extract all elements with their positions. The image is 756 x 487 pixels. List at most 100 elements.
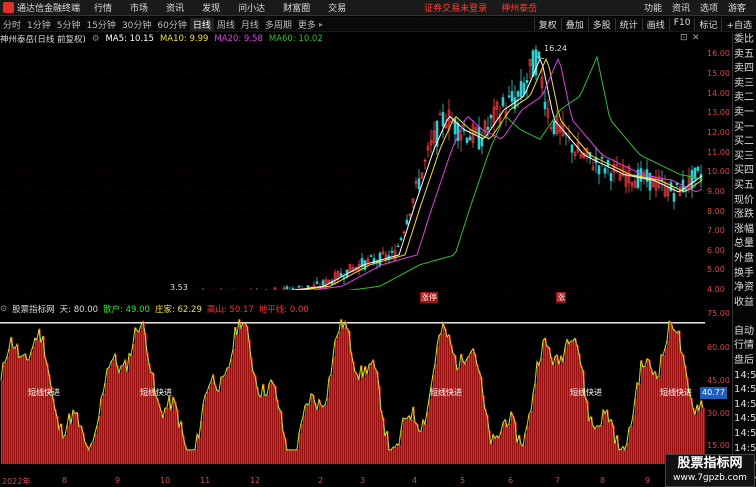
mark-button[interactable]: 标记	[694, 17, 721, 31]
dealer-value: 庄家: 62.29	[154, 304, 202, 315]
tool-guest[interactable]: 游客	[728, 1, 746, 14]
candle-body	[510, 91, 514, 102]
indicator-bar	[163, 417, 165, 464]
sidebar-item[interactable]: 自动	[733, 325, 756, 340]
indicator-bar	[13, 347, 15, 464]
overlay-button[interactable]: 叠加	[560, 17, 588, 31]
draw-button[interactable]: 画线	[641, 17, 669, 31]
sidebar-item[interactable]: 行情	[733, 339, 756, 354]
indicator-bar	[681, 352, 683, 464]
sidebar-item[interactable]: 卖五	[733, 48, 756, 63]
indicator-name[interactable]: 股票指标网	[12, 303, 55, 315]
candle-body	[609, 173, 613, 182]
adjust-button[interactable]: 复权	[533, 17, 561, 31]
menu-market[interactable]: 行情	[94, 1, 112, 14]
sidebar-item[interactable]: 卖二	[733, 91, 756, 106]
sidebar-item[interactable]: 14:5	[733, 412, 756, 427]
menu-news[interactable]: 资讯	[166, 1, 184, 14]
window-restore-icon[interactable]: ⊡	[680, 33, 688, 43]
sidebar-item[interactable]: 盘后	[733, 354, 756, 369]
sidebar-item[interactable]: 换手	[733, 267, 756, 282]
indicator-bar	[543, 340, 545, 464]
indicator-bar	[223, 376, 225, 464]
sidebar-item[interactable]: 涨跌	[733, 208, 756, 223]
period-tab[interactable]: 1分钟	[24, 18, 54, 31]
indicator-bar	[683, 354, 685, 464]
period-tab[interactable]: 多周期	[262, 18, 295, 31]
indicator-bar	[517, 442, 519, 464]
sidebar-item[interactable]: 买一	[733, 121, 756, 136]
indicator-bar	[513, 415, 515, 464]
sidebar-item[interactable]: 买四	[733, 164, 756, 179]
sidebar-item[interactable]: 委比	[733, 33, 756, 48]
price-chart[interactable]	[0, 45, 705, 290]
indicator-bar	[555, 356, 557, 464]
menu-trade[interactable]: 交易	[328, 1, 346, 14]
indicator-bar	[399, 444, 401, 464]
sidebar-item[interactable]: 外盘	[733, 252, 756, 267]
indicator-bar	[27, 359, 29, 464]
period-tab[interactable]: 30分钟	[119, 18, 154, 31]
tool-function[interactable]: 功能	[644, 1, 662, 14]
menu-discover[interactable]: 发现	[202, 1, 220, 14]
add-favorite-button[interactable]: +自选	[721, 17, 756, 31]
period-tab-active[interactable]: 日线	[189, 17, 214, 31]
chevron-right-icon[interactable]: ▸	[319, 20, 323, 29]
indicator-bar	[655, 371, 657, 464]
sidebar-item[interactable]: 涨幅	[733, 223, 756, 238]
sidebar-item[interactable]: 买二	[733, 135, 756, 150]
indicator-bar	[161, 410, 163, 464]
indicator-bar	[9, 348, 11, 464]
settings-icon[interactable]: ⚙	[92, 34, 100, 44]
sidebar-item[interactable]: 14:5	[733, 383, 756, 398]
stats-button[interactable]: 统计	[614, 17, 642, 31]
period-tab[interactable]: 5分钟	[54, 18, 84, 31]
tool-options[interactable]: 选项	[700, 1, 718, 14]
stock-link[interactable]: 神州泰岳	[501, 1, 537, 14]
period-tab[interactable]: 周线	[214, 18, 238, 31]
high-label: 16.24	[544, 44, 567, 53]
indicator-bar	[133, 343, 135, 464]
sidebar-item[interactable]: 净资	[733, 281, 756, 296]
sidebar-item[interactable]: 14:5	[733, 398, 756, 413]
indicator-icon[interactable]: ⊙	[0, 304, 7, 314]
indicator-bar	[447, 336, 449, 464]
y-tick: 7.00	[707, 226, 725, 235]
indicator-bar	[367, 374, 369, 464]
sidebar-item[interactable]: 14:5	[733, 369, 756, 384]
indicator-bar	[601, 425, 603, 464]
indicator-bar	[431, 386, 433, 464]
sidebar-item[interactable]: 卖三	[733, 77, 756, 92]
app-window: 通达信金融终端 行情 市场 资讯 发现 问小达 财富圈 交易 证券交易未登录 神…	[0, 0, 756, 487]
indicator-bar	[93, 441, 95, 464]
login-notice[interactable]: 证券交易未登录	[424, 1, 487, 14]
sidebar-item[interactable]: 卖一	[733, 106, 756, 121]
sidebar-item[interactable]: 现价	[733, 194, 756, 209]
sidebar-item[interactable]: 总量	[733, 237, 756, 252]
period-tab[interactable]: 分时	[0, 18, 24, 31]
period-tab[interactable]: 15分钟	[83, 18, 118, 31]
indicator-bar	[31, 351, 33, 464]
sidebar-item[interactable]: 卖四	[733, 62, 756, 77]
indicator-bar	[145, 333, 147, 464]
sidebar-item[interactable]: 14:5	[733, 427, 756, 442]
menu-markets[interactable]: 市场	[130, 1, 148, 14]
indicator-bar	[463, 361, 465, 464]
close-icon[interactable]: ✕	[692, 33, 700, 43]
indicator-bar	[113, 359, 115, 464]
menu-ask[interactable]: 问小达	[238, 1, 265, 14]
indicator-bar	[193, 449, 195, 464]
period-tab-more[interactable]: 更多	[295, 18, 319, 31]
period-tab[interactable]: 60分钟	[154, 18, 189, 31]
menu-wealth[interactable]: 财富圈	[283, 1, 310, 14]
sidebar-item[interactable]	[733, 310, 756, 325]
sidebar-item[interactable]: 买五	[733, 179, 756, 194]
f10-button[interactable]: F10	[668, 17, 695, 31]
signal-label: 短线快进	[140, 388, 172, 397]
sidebar-item[interactable]: 买三	[733, 150, 756, 165]
indicator-bar	[123, 365, 125, 464]
tool-news[interactable]: 资讯	[672, 1, 690, 14]
sidebar-item[interactable]: 收益	[733, 296, 756, 311]
period-tab[interactable]: 月线	[238, 18, 262, 31]
multi-stock-button[interactable]: 多股	[587, 17, 615, 31]
